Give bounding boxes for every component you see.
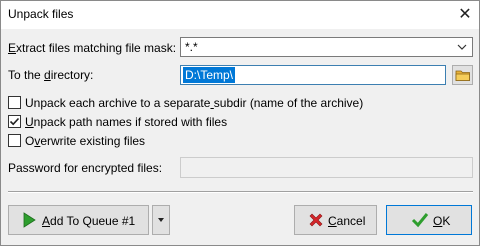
separate-subdir-checkbox[interactable] — [8, 96, 21, 109]
file-mask-value: *.* — [185, 40, 198, 54]
mask-label: Extract files matching file mask: — [8, 41, 177, 55]
checkmark-icon — [9, 117, 20, 126]
ok-button[interactable]: OK — [386, 205, 472, 235]
queue-dropdown-button[interactable] — [152, 205, 170, 235]
folder-icon — [455, 70, 470, 81]
separate-subdir-label: Unpack each archive to a separate subdir… — [25, 96, 364, 110]
red-x-icon — [309, 213, 323, 227]
password-input[interactable] — [180, 157, 473, 178]
browse-button[interactable] — [452, 65, 473, 85]
add-to-queue-button[interactable]: Add To Queue #1 — [8, 205, 149, 235]
password-label: Password for encrypted files: — [8, 161, 163, 175]
title-bar: Unpack files ✕ — [1, 1, 479, 29]
directory-label: To the directory: — [8, 68, 94, 82]
chevron-down-icon — [158, 218, 164, 222]
file-mask-combobox[interactable]: *.* — [180, 37, 473, 57]
add-to-queue-label: Add To Queue #1 — [42, 214, 136, 228]
ok-label: OK — [433, 214, 451, 228]
unpack-paths-checkbox[interactable] — [8, 115, 21, 128]
close-icon[interactable]: ✕ — [453, 3, 477, 27]
overwrite-label: Overwrite existing files — [25, 134, 146, 148]
cancel-label: Cancel — [328, 214, 366, 228]
overwrite-checkbox[interactable] — [8, 134, 21, 147]
unpack-files-dialog: Unpack files ✕ Extract files matching fi… — [0, 0, 480, 246]
chevron-down-icon[interactable] — [454, 38, 470, 56]
directory-value: D:\Temp\ — [183, 67, 236, 83]
checkmark-icon — [411, 213, 429, 228]
dialog-title: Unpack files — [8, 7, 74, 21]
play-arrow-icon — [23, 212, 36, 228]
cancel-button[interactable]: Cancel — [294, 205, 377, 235]
separator — [8, 191, 473, 193]
directory-input[interactable]: D:\Temp\ — [180, 65, 446, 85]
unpack-paths-label: Unpack path names if stored with files — [25, 115, 228, 129]
